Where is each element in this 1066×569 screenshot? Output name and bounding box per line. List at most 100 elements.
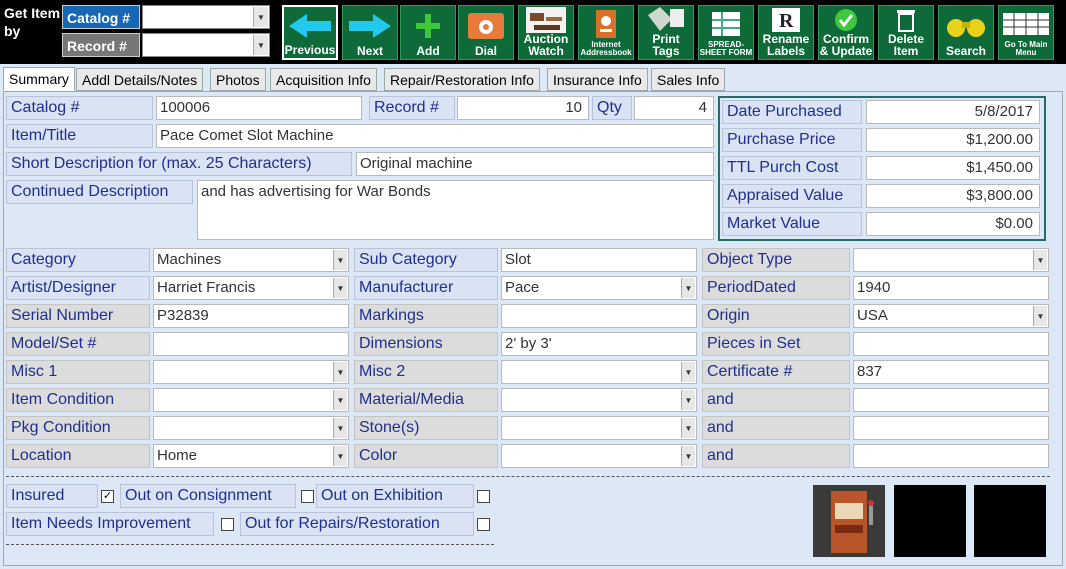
slot-machine-image [813,485,885,557]
auction-watch-button[interactable]: Auction Watch [518,5,574,60]
rename-icon: R [759,6,813,33]
record-combo[interactable]: ▼ [142,33,270,57]
tab-acquisition[interactable]: Acquisition Info [270,68,377,91]
chevron-down-icon[interactable]: ▼ [253,7,268,27]
exhibition-checkbox[interactable] [477,490,490,503]
next-button[interactable]: Next [342,5,398,60]
stones-and-field[interactable] [853,416,1049,440]
needs-improvement-checkbox[interactable] [221,518,234,531]
artist-designer-label: Artist/Designer [6,276,150,300]
chevron-down-icon[interactable]: ▼ [333,390,347,410]
record-field[interactable]: 10 [457,96,589,120]
ttl-purch-cost-field[interactable]: $1,450.00 [866,156,1040,180]
origin-label: Origin [702,304,850,328]
pkg-condition-dropdown[interactable]: ▼ [153,416,349,440]
category-label: Category [6,248,150,272]
gavel-icon [519,6,573,33]
search-button[interactable]: Search [938,5,994,60]
chevron-down-icon[interactable]: ▼ [333,418,347,438]
item-condition-dropdown[interactable]: ▼ [153,388,349,412]
location-dropdown[interactable]: Home ▼ [153,444,349,468]
location-value: Home [157,447,198,464]
market-value-field[interactable]: $0.00 [866,212,1040,236]
tab-addl-details[interactable]: Addl Details/Notes [76,68,204,91]
ttl-purch-cost-label: TTL Purch Cost [722,156,862,180]
tab-summary[interactable]: Summary [3,67,75,91]
chevron-down-icon[interactable]: ▼ [1033,250,1047,270]
rename-labels-button[interactable]: R Rename Labels [758,5,814,60]
object-type-dropdown[interactable]: ▼ [853,248,1049,272]
spreadsheet-form-button[interactable]: SPREAD-SHEET FORM [698,5,754,60]
add-button[interactable]: Add [400,5,456,60]
tab-insurance[interactable]: Insurance Info [547,68,648,91]
photo-thumbnail-1[interactable] [813,485,885,557]
chevron-down-icon[interactable]: ▼ [1033,306,1047,326]
qty-field[interactable]: 4 [634,96,714,120]
right-arrow-icon [343,6,397,45]
misc2-dropdown[interactable]: ▼ [501,360,697,384]
color-and-field[interactable] [853,444,1049,468]
chevron-down-icon[interactable]: ▼ [681,362,695,382]
pieces-in-set-field[interactable] [853,332,1049,356]
appraised-value-field[interactable]: $3,800.00 [866,184,1040,208]
certificate-label: Certificate # [702,360,850,384]
manufacturer-dropdown[interactable]: Pace ▼ [501,276,697,300]
origin-dropdown[interactable]: USA ▼ [853,304,1049,328]
photo-thumbnail-3[interactable] [974,485,1046,557]
date-purchased-field[interactable]: 5/8/2017 [866,100,1040,124]
artist-designer-dropdown[interactable]: Harriet Francis ▼ [153,276,349,300]
material-and-field[interactable] [853,388,1049,412]
main-menu-button[interactable]: Go To Main Menu [998,5,1054,60]
title-field[interactable]: Pace Comet Slot Machine [156,124,714,148]
material-media-dropdown[interactable]: ▼ [501,388,697,412]
model-set-field[interactable] [153,332,349,356]
misc2-label: Misc 2 [354,360,498,384]
dial-button[interactable]: Dial [458,5,514,60]
chevron-down-icon[interactable]: ▼ [681,278,695,298]
serial-number-label: Serial Number [6,304,150,328]
misc1-dropdown[interactable]: ▼ [153,360,349,384]
insured-checkbox[interactable]: ✓ [101,490,114,503]
stones-dropdown[interactable]: ▼ [501,416,697,440]
color-dropdown[interactable]: ▼ [501,444,697,468]
consignment-checkbox[interactable] [301,490,314,503]
continued-description-field[interactable]: and has advertising for War Bonds [197,180,714,240]
tab-photos[interactable]: Photos [210,68,266,91]
print-tags-button[interactable]: Print Tags [638,5,694,60]
material-media-label: Material/Media [354,388,498,412]
certificate-field[interactable]: 837 [853,360,1049,384]
tab-sales[interactable]: Sales Info [651,68,726,91]
chevron-down-icon[interactable]: ▼ [333,446,347,466]
print-tags-label: Print Tags [652,32,680,58]
short-description-field[interactable]: Original machine [356,152,714,176]
color-label: Color [354,444,498,468]
internet-addressbook-button[interactable]: Internet Addressbook [578,5,634,60]
previous-button[interactable]: Previous [281,4,339,61]
confirm-update-button[interactable]: Confirm & Update [818,5,874,60]
period-dated-field[interactable]: 1940 [853,276,1049,300]
purchase-price-field[interactable]: $1,200.00 [866,128,1040,152]
chevron-down-icon[interactable]: ▼ [681,446,695,466]
catalog-field[interactable]: 100006 [156,96,362,120]
dimensions-field[interactable]: 2' by 3' [501,332,697,356]
tab-repair[interactable]: Repair/Restoration Info [384,68,540,91]
auction-label: Auction Watch [523,32,569,58]
chevron-down-icon[interactable]: ▼ [253,35,268,55]
chevron-down-icon[interactable]: ▼ [681,390,695,410]
category-dropdown[interactable]: Machines ▼ [153,248,349,272]
sub-category-field[interactable]: Slot [501,248,697,272]
photo-thumbnail-2[interactable] [894,485,966,557]
markings-field[interactable] [501,304,697,328]
plus-icon [401,6,455,45]
repairs-checkbox[interactable] [477,518,490,531]
chevron-down-icon[interactable]: ▼ [333,250,347,270]
serial-number-field[interactable]: P32839 [153,304,349,328]
chevron-down-icon[interactable]: ▼ [333,278,347,298]
search-label: Search [945,44,987,58]
catalog-combo[interactable]: ▼ [142,5,270,29]
check-icon [819,6,873,33]
chevron-down-icon[interactable]: ▼ [333,362,347,382]
insured-label: Insured [6,484,98,508]
delete-item-button[interactable]: Delete Item [878,5,934,60]
chevron-down-icon[interactable]: ▼ [681,418,695,438]
